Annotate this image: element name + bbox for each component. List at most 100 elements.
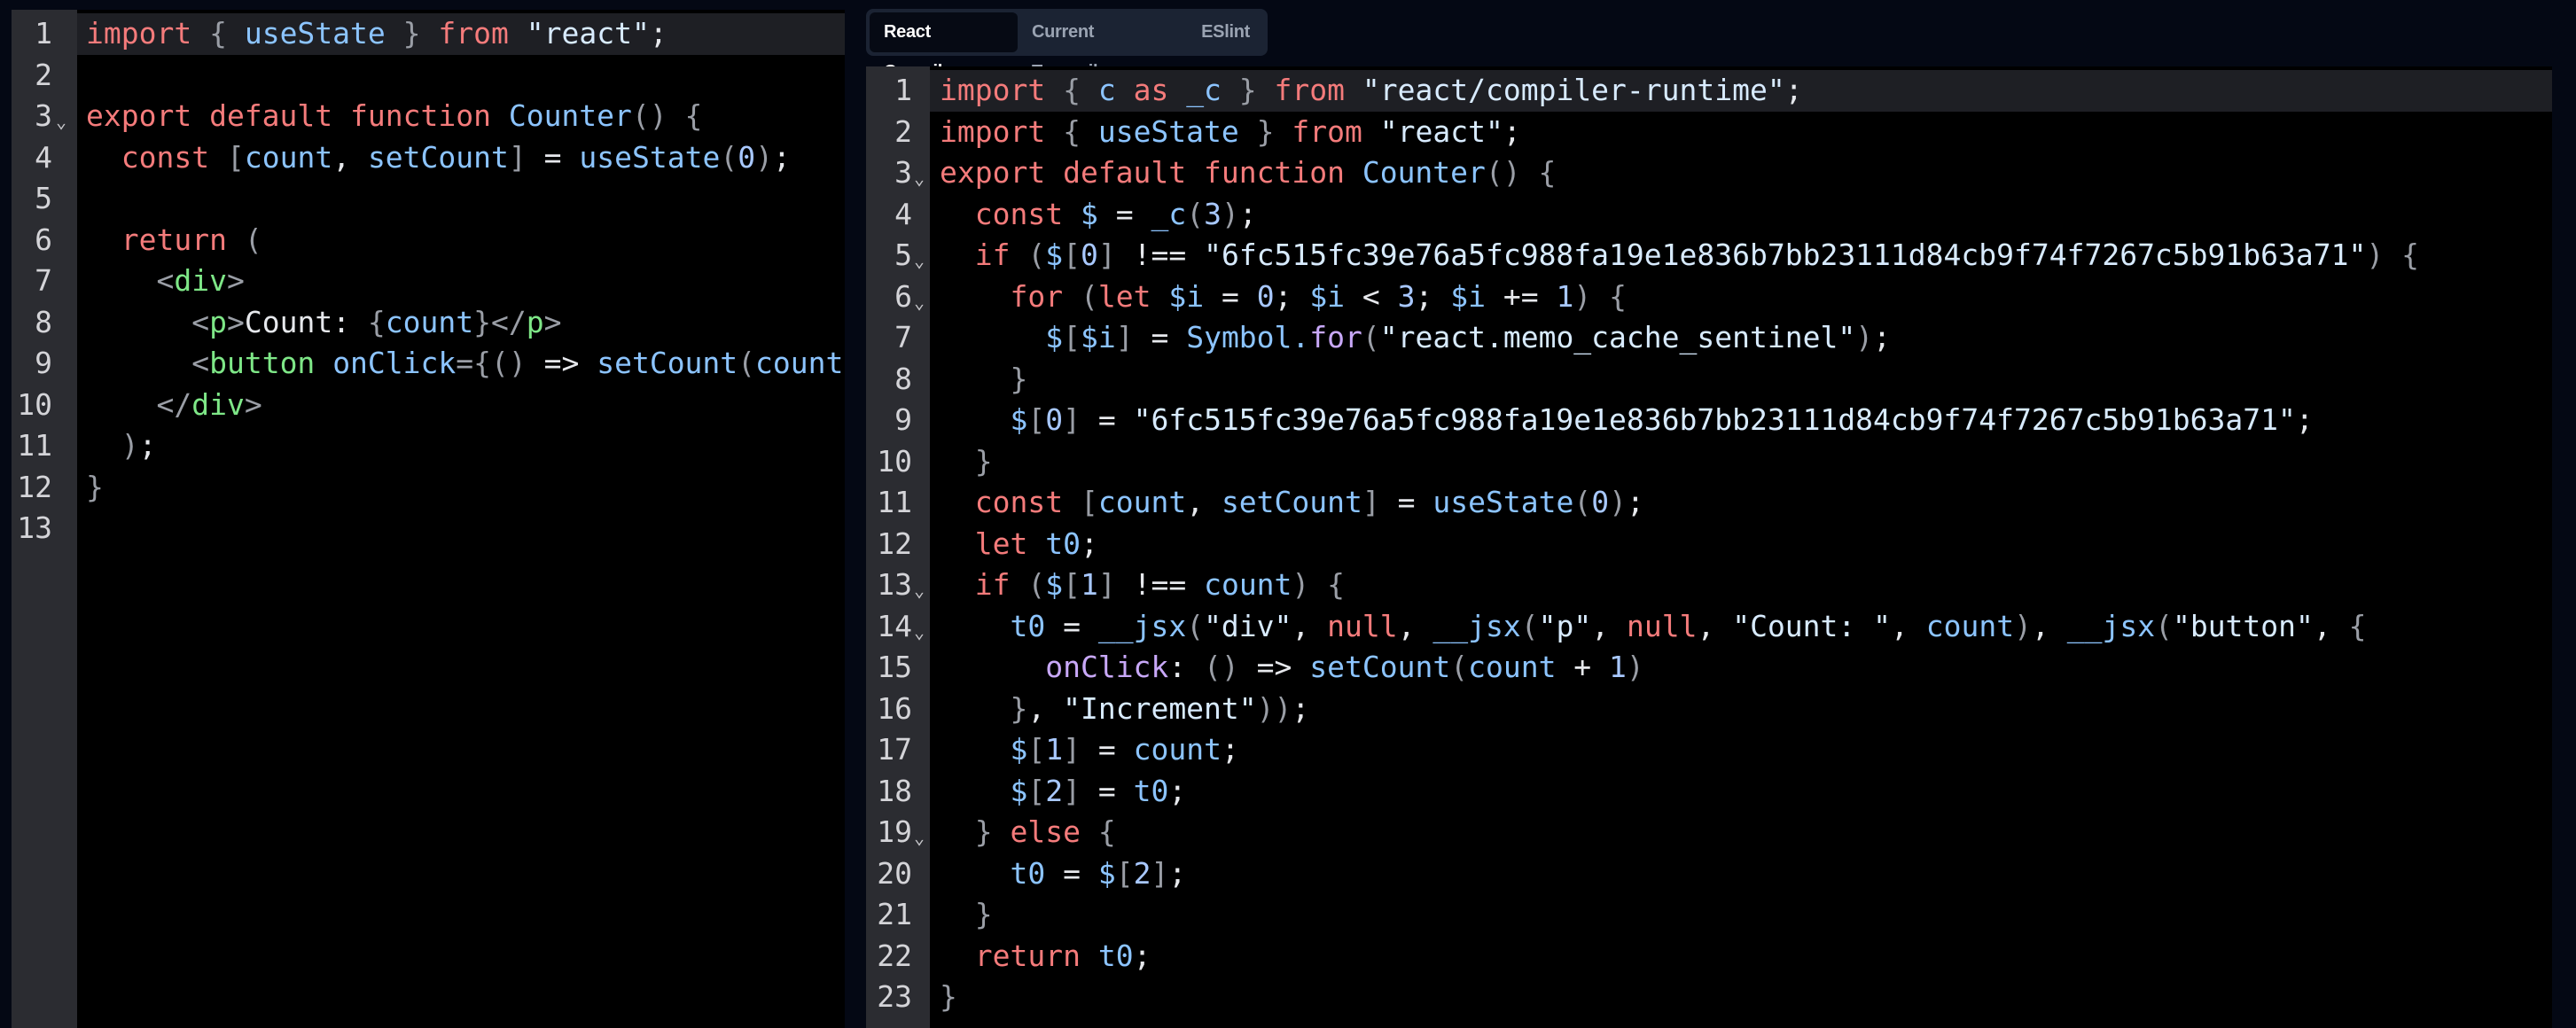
- code-token: }: [940, 979, 957, 1014]
- code-token: ,: [1591, 608, 1627, 643]
- code-line[interactable]: 2: [12, 55, 845, 97]
- code-token: $: [1045, 320, 1064, 354]
- line-number: 12: [17, 469, 52, 504]
- code-line[interactable]: 19 ⌄ } else {: [866, 812, 2552, 853]
- code-token: !==: [1115, 238, 1205, 272]
- source-code-editor[interactable]: 1 import { useState } from "react"; 2 3 ⌄ exp…: [12, 10, 845, 1028]
- code-line[interactable]: 7 $[$i] = Symbol.for("react.memo_cache_s…: [866, 317, 2552, 359]
- code-token: {: [2348, 608, 2367, 643]
- code-token: setCount: [1221, 485, 1362, 519]
- code-token: ): [1626, 650, 1644, 684]
- code-line[interactable]: 21 }: [866, 894, 2552, 936]
- code-token: (: [738, 346, 756, 380]
- code-text: let t0;: [940, 524, 1098, 565]
- code-token: >: [244, 386, 262, 422]
- code-line[interactable]: 5: [12, 178, 845, 220]
- code-token: count: [1204, 567, 1292, 602]
- code-token: div: [191, 386, 245, 422]
- code-token: $: [1097, 855, 1116, 891]
- code-line[interactable]: 13 ⌄ if ($[1] !== count) {: [866, 565, 2552, 606]
- code-token: if: [974, 238, 1028, 272]
- code-text: );: [86, 425, 157, 467]
- code-line[interactable]: 18 $[2] = t0;: [866, 771, 2552, 813]
- code-token: t0: [1133, 773, 1169, 808]
- code-line[interactable]: 22 return t0;: [866, 936, 2552, 977]
- tab-react-compiler[interactable]: React Compiler: [870, 12, 1018, 82]
- code-token: ) {: [1573, 278, 1628, 314]
- code-lines[interactable]: 1 import { c as _c } from "react/compiler…: [866, 70, 2552, 1018]
- code-line[interactable]: 2 import { useState } from "react";: [866, 112, 2552, 153]
- code-line[interactable]: 23}: [866, 977, 2552, 1018]
- code-token: {: [367, 304, 386, 339]
- code-text: if ($[1] !== count) {: [940, 565, 1345, 606]
- code-line[interactable]: 6 return (: [12, 220, 845, 261]
- code-token: ]: [508, 139, 527, 175]
- code-line[interactable]: 10 </div>: [12, 385, 845, 426]
- code-token: 0: [1080, 238, 1098, 272]
- code-token: onClick: [1045, 650, 1169, 684]
- code-token: }: [1238, 113, 1292, 149]
- compiled-output-editor[interactable]: 1 import { c as _c } from "react/compiler…: [866, 66, 2552, 1028]
- code-line[interactable]: 3 ⌄ export default function Counter() {: [866, 152, 2552, 194]
- line-number: 22: [877, 938, 912, 973]
- code-line[interactable]: 4 const $ = _c(3);: [866, 194, 2552, 236]
- code-line[interactable]: 11 );: [12, 425, 845, 467]
- code-token: ): [1609, 485, 1627, 519]
- code-line[interactable]: 11 const [count, setCount] = useState(0)…: [866, 482, 2552, 524]
- code-line[interactable]: 1 import { c as _c } from "react/compiler…: [866, 70, 2552, 112]
- code-line[interactable]: 12 let t0;: [866, 524, 2552, 565]
- code-line[interactable]: 5 ⌄ if ($[0] !== "6fc515fc39e76a5fc988fa1…: [866, 235, 2552, 276]
- code-token: const: [974, 196, 1081, 231]
- code-line[interactable]: 1 import { useState } from "react";: [12, 13, 845, 55]
- code-line[interactable]: 17 $[1] = count;: [866, 729, 2552, 771]
- line-number: 19: [877, 814, 912, 849]
- code-text: $[1] = count;: [940, 729, 1238, 771]
- code-line[interactable]: 9 $[0] = "6fc515fc39e76a5fc988fa19e1e836…: [866, 400, 2552, 441]
- tab-eslint[interactable]: ESlint: [1187, 12, 1264, 52]
- code-line[interactable]: 9 <button onClick={() => setCount(count …: [12, 343, 845, 385]
- code-token: t0: [1010, 608, 1046, 643]
- code-line[interactable]: 8 }: [866, 359, 2552, 401]
- code-text: $[2] = t0;: [940, 771, 1186, 813]
- code-token: (: [1573, 485, 1592, 519]
- code-line[interactable]: 13: [12, 508, 845, 549]
- code-token: $: [1045, 567, 1064, 602]
- code-token: ]: [1151, 855, 1169, 891]
- code-token: count: [1097, 485, 1187, 519]
- code-text: }: [940, 441, 993, 483]
- code-line[interactable]: 10 }: [866, 441, 2552, 483]
- code-token: )): [1256, 690, 1292, 726]
- code-lines[interactable]: 1 import { useState } from "react"; 2 3 ⌄ exp…: [12, 13, 845, 549]
- code-token: ;: [1415, 278, 1451, 314]
- code-token: ) {: [1292, 567, 1346, 602]
- code-token: (: [1520, 608, 1539, 643]
- code-token: }: [1010, 690, 1028, 726]
- code-token: _c: [1186, 73, 1222, 107]
- code-line[interactable]: 8 <p>Count: {count}</p>: [12, 302, 845, 344]
- code-line[interactable]: 4 const [count, setCount] = useState(0);: [12, 137, 845, 179]
- code-line[interactable]: 12}: [12, 467, 845, 509]
- code-token: ): [2014, 608, 2032, 643]
- code-token: [: [1063, 567, 1081, 602]
- code-line[interactable]: 16 }, "Increment"));: [866, 689, 2552, 730]
- code-token: =: [1097, 196, 1151, 231]
- code-line[interactable]: 14 ⌄ t0 = __jsx("div", null, __jsx("p", n…: [866, 606, 2552, 648]
- code-line[interactable]: 6 ⌄ for (let $i = 0; $i < 3; $i += 1) {: [866, 276, 2552, 318]
- code-line[interactable]: 15 onClick: () => setCount(count + 1): [866, 647, 2552, 689]
- line-number: 13: [17, 510, 52, 545]
- code-line[interactable]: 3 ⌄ export default function Counter() {: [12, 96, 845, 137]
- tab-current-transpiler[interactable]: Current Transpiler: [1018, 12, 1187, 82]
- code-line[interactable]: 20 t0 = $[2];: [866, 853, 2552, 895]
- line-number: 4: [35, 139, 52, 175]
- code-token: import: [940, 73, 1046, 107]
- code-token: $i: [1080, 320, 1116, 354]
- code-line[interactable]: 7 <div>: [12, 261, 845, 302]
- code-token: "p": [1538, 608, 1592, 643]
